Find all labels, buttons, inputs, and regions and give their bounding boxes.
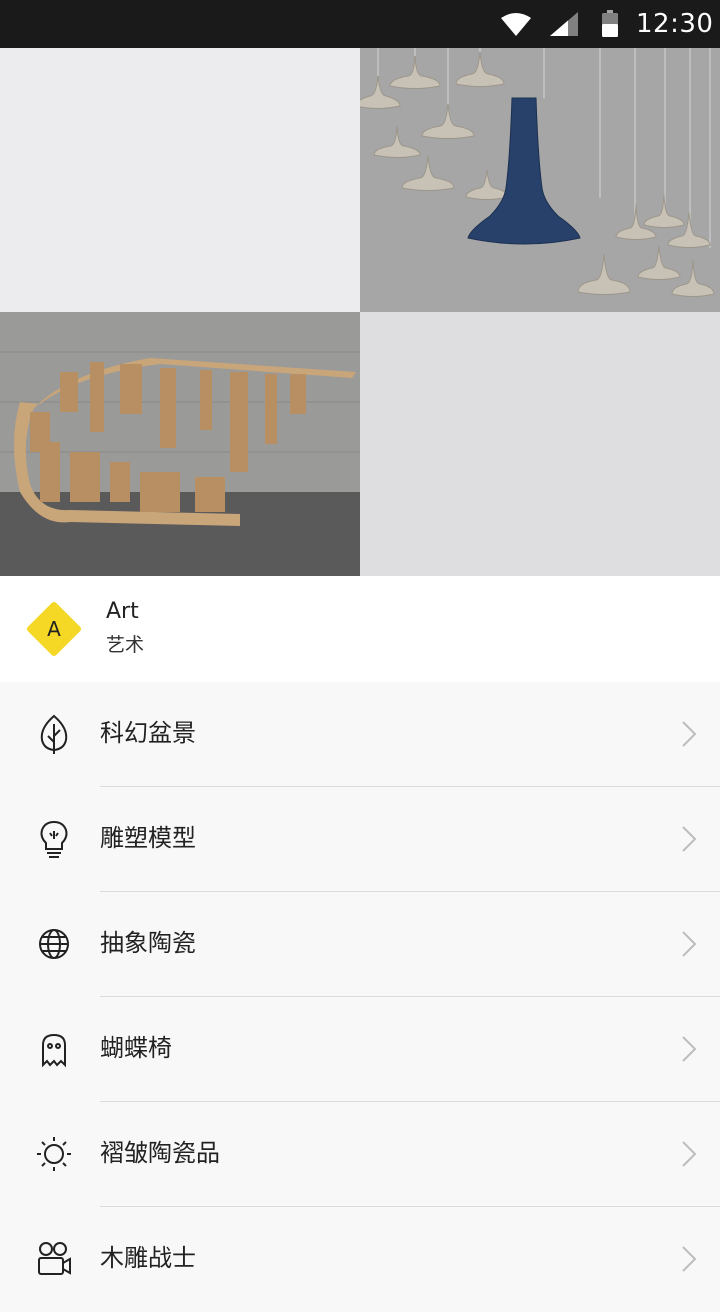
- menu-item-label: 抽象陶瓷: [100, 929, 196, 957]
- image-grid: [0, 48, 720, 576]
- menu-item-label: 蝴蝶椅: [100, 1034, 172, 1062]
- image-tile-city-table[interactable]: [0, 312, 360, 576]
- chevron-right-icon: [682, 931, 697, 957]
- status-bar: 12:30: [0, 0, 720, 48]
- image-tile-pendant-lamps[interactable]: [360, 48, 720, 312]
- category-badge: A: [25, 600, 83, 658]
- globe-icon: [39, 929, 69, 959]
- wifi-icon: [501, 13, 531, 36]
- leaf-icon: [40, 714, 68, 754]
- pendant-lamps-image: [360, 48, 720, 312]
- category-title: Art: [106, 599, 139, 624]
- signal-icon: [550, 12, 578, 36]
- menu-item-1[interactable]: 雕塑模型: [0, 787, 720, 892]
- category-menu: 科幻盆景 雕塑模型 抽象陶瓷 蝴蝶椅 褶皱陶瓷品 木雕战士: [0, 682, 720, 1280]
- category-subtitle: 艺术: [106, 634, 145, 656]
- menu-item-2[interactable]: 抽象陶瓷: [0, 892, 720, 997]
- badge-letter: A: [47, 617, 61, 641]
- chevron-right-icon: [682, 721, 697, 747]
- battery-icon: [602, 10, 618, 37]
- chevron-right-icon: [682, 1036, 697, 1062]
- menu-item-3[interactable]: 蝴蝶椅: [0, 997, 720, 1102]
- menu-item-label: 褶皱陶瓷品: [100, 1139, 220, 1167]
- menu-item-4[interactable]: 褶皱陶瓷品: [0, 1102, 720, 1207]
- sun-icon: [37, 1137, 71, 1171]
- image-tile-placeholder[interactable]: [0, 48, 360, 312]
- menu-item-0[interactable]: 科幻盆景: [0, 682, 720, 787]
- image-tile-placeholder-2[interactable]: [360, 312, 720, 576]
- menu-item-label: 科幻盆景: [100, 719, 196, 747]
- menu-item-label: 雕塑模型: [100, 824, 196, 852]
- chevron-right-icon: [682, 1246, 697, 1272]
- lightbulb-icon: [40, 820, 68, 858]
- category-header: [0, 576, 720, 682]
- menu-item-5[interactable]: 木雕战士: [0, 1207, 720, 1312]
- clock: 12:30: [636, 9, 714, 39]
- menu-item-label: 木雕战士: [100, 1244, 196, 1272]
- video-camera-icon: [38, 1242, 71, 1275]
- city-table-image: [0, 312, 360, 576]
- ghost-icon: [42, 1033, 66, 1068]
- chevron-right-icon: [682, 1141, 697, 1167]
- chevron-right-icon: [682, 826, 697, 852]
